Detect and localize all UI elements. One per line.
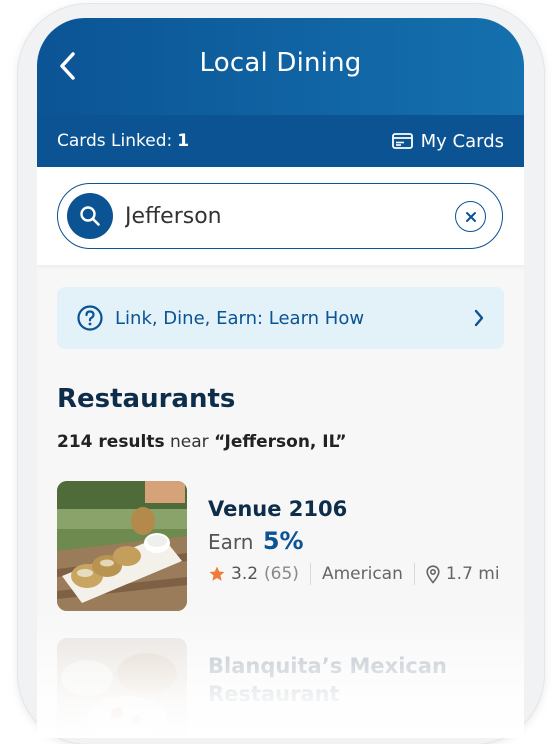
- earn-rate: Earn 5%: [208, 527, 500, 555]
- restaurant-name: Blanquita’s Mexican: [208, 654, 447, 678]
- star-icon: [209, 566, 225, 581]
- restaurant-name-continued: Restaurant: [208, 682, 340, 706]
- my-cards-label: My Cards: [420, 130, 504, 152]
- earn-label: Earn: [208, 530, 254, 554]
- restaurant-card[interactable]: Blanquita’s Mexican Restaurant: [57, 638, 507, 738]
- earn-percent: 5%: [262, 527, 304, 555]
- close-icon: [465, 211, 476, 222]
- card-icon: [391, 133, 413, 149]
- help-icon: [77, 305, 103, 331]
- restaurant-name: Venue 2106: [208, 497, 348, 521]
- chevron-right-icon: [474, 309, 484, 327]
- app-screen: Local Dining Cards Linked: 1 My Cards Je…: [37, 18, 524, 738]
- search-button[interactable]: [67, 193, 113, 239]
- my-cards-button[interactable]: My Cards: [391, 130, 504, 152]
- cuisine: American: [321, 564, 403, 584]
- results-location: “Jefferson, IL”: [214, 432, 347, 452]
- search-bar[interactable]: [57, 183, 503, 249]
- cards-linked-count: 1: [177, 131, 190, 151]
- learn-how-label: Link, Dine, Earn: Learn How: [115, 307, 365, 329]
- restaurant-meta: 3.2 (65) American 1.7 mi: [208, 563, 500, 585]
- restaurant-photo: [57, 638, 187, 738]
- search-section: [37, 167, 524, 265]
- section-title: Restaurants: [57, 384, 236, 414]
- rating-count: (65): [264, 564, 299, 584]
- search-icon: [80, 206, 100, 226]
- top-app-bar: Local Dining: [37, 18, 524, 115]
- page-title: Local Dining: [199, 48, 362, 78]
- learn-how-banner[interactable]: Link, Dine, Earn: Learn How: [57, 287, 504, 349]
- search-input[interactable]: [125, 203, 425, 229]
- meta-divider: [309, 563, 311, 585]
- cards-linked-status: Cards Linked: 1: [57, 131, 189, 151]
- meta-divider: [413, 563, 415, 585]
- restaurant-info: Venue 2106 Earn 5% 3.2 (65) American 1.7…: [208, 481, 500, 611]
- restaurant-info: Blanquita’s Mexican Restaurant: [208, 638, 447, 738]
- results-count: 214 results: [57, 432, 165, 452]
- restaurant-card[interactable]: Venue 2106 Earn 5% 3.2 (65) American 1.7…: [57, 481, 507, 611]
- restaurant-photo: [57, 481, 187, 611]
- rating-value: 3.2: [231, 564, 259, 584]
- results-summary: 214 results near “Jefferson, IL”: [57, 432, 347, 452]
- location-pin-icon: [426, 564, 440, 584]
- distance: 1.7 mi: [445, 564, 500, 584]
- cards-linked-bar: Cards Linked: 1 My Cards: [37, 115, 524, 167]
- results-near: near: [170, 432, 209, 452]
- cards-linked-label: Cards Linked:: [57, 131, 173, 151]
- clear-search-button[interactable]: [455, 201, 486, 232]
